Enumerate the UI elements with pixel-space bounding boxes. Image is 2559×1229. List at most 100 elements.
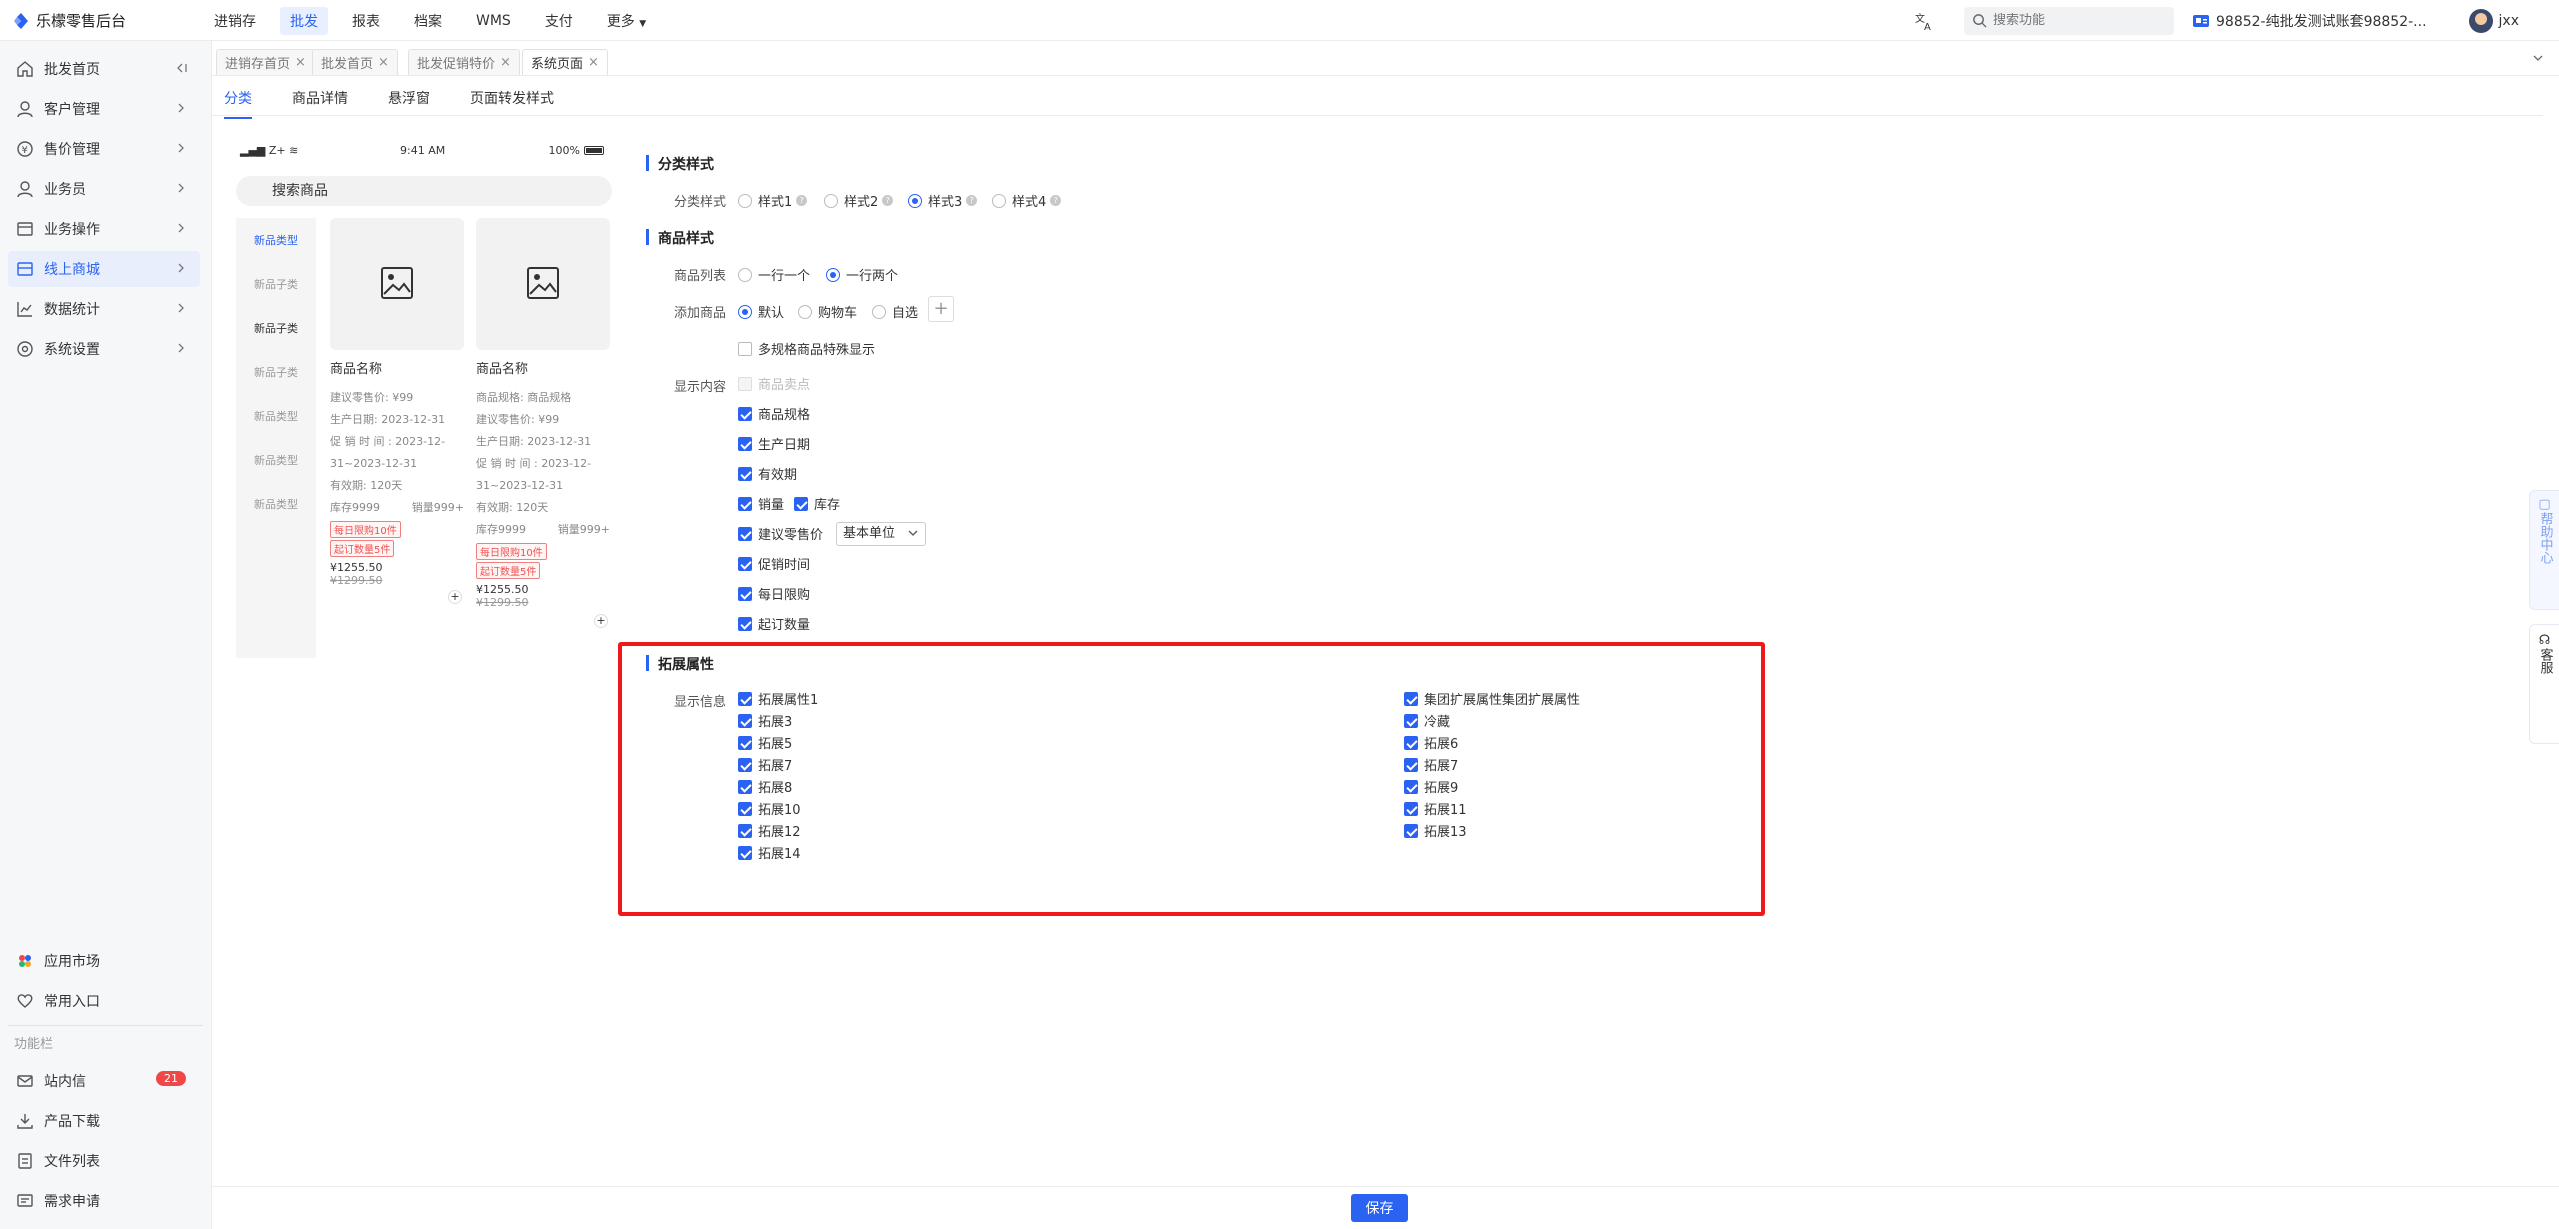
product-price: ¥1255.50: [330, 561, 383, 574]
category-style-option-4[interactable]: 样式4?: [992, 191, 1062, 210]
unit-select[interactable]: 基本单位: [836, 522, 926, 546]
user-menu[interactable]: jxx: [2468, 8, 2519, 33]
tags-wrap: 起订数量5件: [330, 538, 468, 557]
sidebar-item-salesman[interactable]: 业务员: [8, 171, 200, 207]
sidebar-item-operations[interactable]: 业务操作: [8, 211, 200, 247]
nav-pifa[interactable]: 批发: [280, 6, 328, 35]
display-suggested-price[interactable]: 建议零售价: [738, 524, 823, 543]
sidebar-item-file-list[interactable]: 文件列表: [8, 1143, 200, 1179]
account-switcher[interactable]: 98852-纯批发测试账套98852-...: [2192, 11, 2427, 31]
tab-page-forward-style[interactable]: 页面转发样式: [470, 88, 554, 108]
page-tab[interactable]: 批发首页 ×: [312, 49, 398, 75]
product-list-option-double[interactable]: 一行两个: [826, 265, 898, 284]
collapse-sidebar-icon[interactable]: [174, 61, 188, 75]
svg-text:A: A: [1924, 22, 1931, 32]
carrier: Z+: [268, 144, 286, 157]
option-label: 样式2: [844, 195, 879, 210]
nav-jinxiaocun[interactable]: 进销存: [204, 7, 266, 35]
category-style-option-3[interactable]: 样式3?: [908, 191, 978, 210]
search-input[interactable]: [1993, 13, 2163, 28]
display-spec[interactable]: 商品规格: [738, 404, 810, 423]
help-icon[interactable]: ?: [882, 195, 894, 206]
sidebar-item-inbox[interactable]: 站内信 21: [8, 1063, 200, 1099]
category-item: 新品类型: [236, 232, 316, 248]
app-market-icon: [19, 955, 31, 967]
phone-search-bar: 搜索商品: [236, 176, 612, 206]
category-item: 新品类型: [254, 410, 298, 423]
nav-zhifu[interactable]: 支付: [535, 7, 583, 35]
page-tab[interactable]: 进销存首页 ×: [216, 49, 315, 75]
display-promo-time[interactable]: 促销时间: [738, 554, 810, 573]
page-tab[interactable]: 批发促销特价 ×: [408, 49, 520, 75]
sidebar-divider: [8, 1025, 203, 1026]
close-icon[interactable]: ×: [588, 55, 599, 70]
tab-category[interactable]: 分类: [224, 88, 252, 119]
close-icon[interactable]: ×: [295, 55, 306, 70]
product-info-line: 生产日期: 2023-12-31: [330, 413, 446, 426]
sidebar-item-requests[interactable]: 需求申请: [8, 1183, 200, 1219]
customer-service-widget[interactable]: ☊ 客服: [2529, 624, 2559, 744]
function-search[interactable]: [1964, 6, 2174, 35]
multi-spec-checkbox[interactable]: 多规格商品特殊显示: [738, 339, 875, 358]
category-style-option-1[interactable]: 样式1?: [738, 191, 808, 210]
display-sales[interactable]: 销量: [738, 494, 784, 513]
product-name: 商品名称: [330, 362, 383, 377]
sidebar-item-pifa-home[interactable]: 批发首页: [8, 51, 200, 87]
nav-more[interactable]: 更多 ▼: [597, 7, 656, 35]
sidebar-item-favorites[interactable]: 常用入口: [8, 983, 200, 1019]
display-stock[interactable]: 库存: [794, 494, 840, 513]
sidebar-item-label: 业务操作: [44, 222, 100, 238]
tab-product-detail[interactable]: 商品详情: [292, 88, 348, 108]
sidebar-item-statistics[interactable]: 数据统计: [8, 291, 200, 327]
add-product-option-cart[interactable]: 购物车: [798, 302, 857, 321]
option-label: 默认: [758, 306, 785, 321]
category-style-option-2[interactable]: 样式2?: [824, 191, 894, 210]
help-icon[interactable]: ?: [796, 195, 808, 206]
option-label: 生产日期: [758, 438, 811, 453]
page-tab-label: 批发促销特价: [417, 57, 496, 72]
chevron-right-icon: [178, 263, 184, 273]
chevron-down-icon[interactable]: [2531, 51, 2545, 65]
sidebar-item-price[interactable]: ¥ 售价管理: [8, 131, 200, 167]
help-icon[interactable]: ?: [1050, 195, 1062, 206]
add-to-cart-icon: +: [594, 614, 608, 628]
save-button[interactable]: 保存: [1351, 1194, 1408, 1222]
radio: [798, 304, 812, 319]
nav-dangan[interactable]: 档案: [404, 7, 452, 35]
sales-text: 销量999+: [411, 501, 464, 514]
translate-icon[interactable]: 文A: [1914, 10, 1936, 32]
checkbox-disabled: [738, 376, 752, 391]
sidebar-item-customers[interactable]: 客户管理: [8, 91, 200, 127]
option-label: 每日限购: [758, 588, 811, 603]
category-item: 新品类型: [254, 454, 298, 467]
folder-icon: [17, 222, 33, 236]
tab-floating-window[interactable]: 悬浮窗: [388, 88, 430, 108]
display-min-order[interactable]: 起订数量: [738, 614, 810, 633]
display-production-date[interactable]: 生产日期: [738, 434, 810, 453]
close-icon[interactable]: ×: [378, 55, 389, 70]
chevron-right-icon: [178, 223, 184, 233]
sidebar-item-downloads[interactable]: 产品下载: [8, 1103, 200, 1139]
add-product-option-custom[interactable]: 自选: [872, 302, 918, 321]
page-tab-active[interactable]: 系统页面 ×: [522, 49, 608, 75]
display-validity[interactable]: 有效期: [738, 464, 797, 483]
help-icon[interactable]: ?: [966, 195, 978, 206]
page-tabs-bar: 进销存首页 × 批发首页 × 批发促销特价 × 系统页面 ×: [212, 41, 2559, 76]
top-nav: 进销存 批发 报表 档案 WMS 支付 更多 ▼: [204, 0, 670, 41]
close-icon[interactable]: ×: [500, 55, 511, 70]
product-list-option-single[interactable]: 一行一个: [738, 265, 810, 284]
radio: [738, 267, 752, 282]
sidebar-item-settings[interactable]: 系统设置: [8, 331, 200, 367]
option-label: 自选: [892, 306, 919, 321]
app-logo[interactable]: 乐檬零售后台: [12, 10, 126, 31]
add-product-option-default[interactable]: 默认: [738, 302, 784, 321]
nav-baobiao[interactable]: 报表: [342, 7, 390, 35]
display-daily-limit[interactable]: 每日限购: [738, 584, 810, 603]
sidebar-item-app-market[interactable]: 应用市场: [8, 943, 200, 979]
nav-wms[interactable]: WMS: [466, 9, 521, 33]
help-center-widget[interactable]: ▢ 帮助中心: [2529, 490, 2559, 610]
sidebar-item-online-store[interactable]: 线上商城: [8, 251, 200, 287]
request-icon: [17, 1194, 33, 1207]
add-custom-icon-button[interactable]: +: [928, 296, 954, 322]
